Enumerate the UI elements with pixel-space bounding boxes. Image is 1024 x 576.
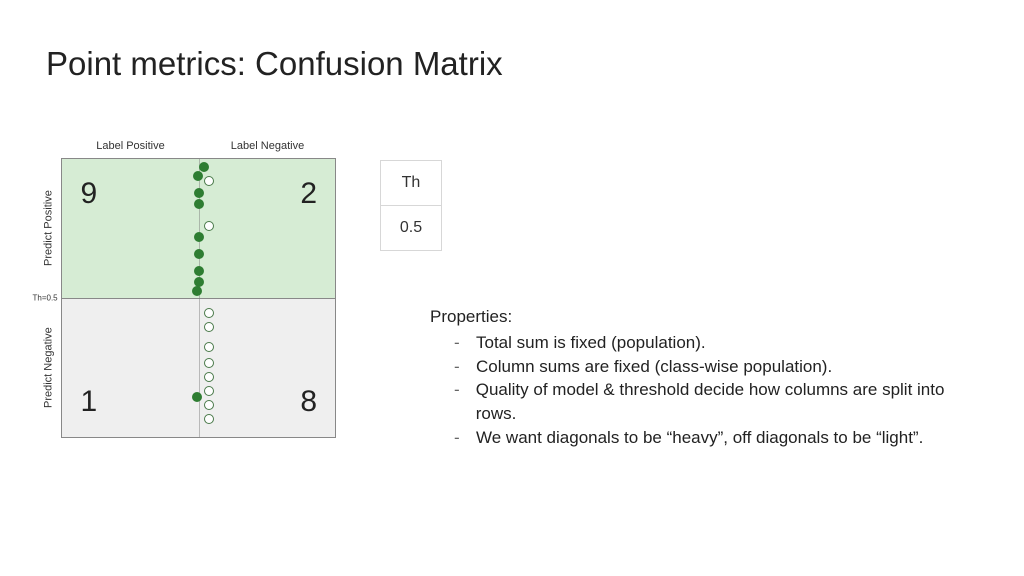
dot-positive-icon [194,266,204,276]
properties-item: -Column sums are fixed (class-wise popul… [454,355,984,379]
threshold-value: 0.5 [380,206,442,251]
cm-value-fn: 1 [80,385,97,419]
bullet-dash-icon: - [454,426,476,450]
dot-positive-icon [194,232,204,242]
cm-grid: 9 2 1 8 Th=0.5 [61,158,336,438]
properties-list: -Total sum is fixed (population).-Column… [430,331,984,450]
dot-negative-icon [204,322,214,332]
cm-value-tp: 9 [80,177,97,211]
cm-value-tn: 8 [300,385,317,419]
properties-item-text: Total sum is fixed (population). [476,331,706,355]
dot-negative-icon [204,176,214,186]
threshold-label: Th [380,160,442,206]
cm-value-fp: 2 [300,177,317,211]
properties-item-text: Column sums are fixed (class-wise popula… [476,355,832,379]
bullet-dash-icon: - [454,331,476,355]
dot-positive-icon [194,249,204,259]
cm-col-positive-label: Label Positive [62,140,199,152]
cm-column-headers: Label Positive Label Negative [62,140,336,152]
dot-negative-icon [204,386,214,396]
threshold-readout: Th 0.5 [380,160,442,251]
properties-item: -We want diagonals to be “heavy”, off di… [454,426,984,450]
properties-item: -Total sum is fixed (population). [454,331,984,355]
dot-negative-icon [204,308,214,318]
bullet-dash-icon: - [454,378,476,426]
dot-negative-icon [204,358,214,368]
dot-negative-icon [204,372,214,382]
cm-col-negative-label: Label Negative [199,140,336,152]
properties-item-text: Quality of model & threshold decide how … [476,378,984,426]
properties-block: Properties: -Total sum is fixed (populat… [430,305,984,450]
slide-root: Point metrics: Confusion Matrix Label Po… [0,0,1024,576]
dot-negative-icon [204,400,214,410]
cm-threshold-line-label: Th=0.5 [32,294,57,303]
dot-positive-icon [194,199,204,209]
dot-positive-icon [193,171,203,181]
bullet-dash-icon: - [454,355,476,379]
cm-row-positive-label: Predict Positive [36,158,61,298]
cm-row-negative-label: Predict Negative [36,298,61,438]
dot-positive-icon [192,286,202,296]
dot-negative-icon [204,221,214,231]
properties-item: -Quality of model & threshold decide how… [454,378,984,426]
dot-positive-icon [192,392,202,402]
dot-negative-icon [204,414,214,424]
properties-item-text: We want diagonals to be “heavy”, off dia… [476,426,923,450]
page-title: Point metrics: Confusion Matrix [46,45,503,83]
dot-negative-icon [204,342,214,352]
dot-positive-icon [194,188,204,198]
confusion-matrix-figure: Label Positive Label Negative Predict Po… [36,140,336,438]
properties-heading: Properties: [430,305,984,329]
